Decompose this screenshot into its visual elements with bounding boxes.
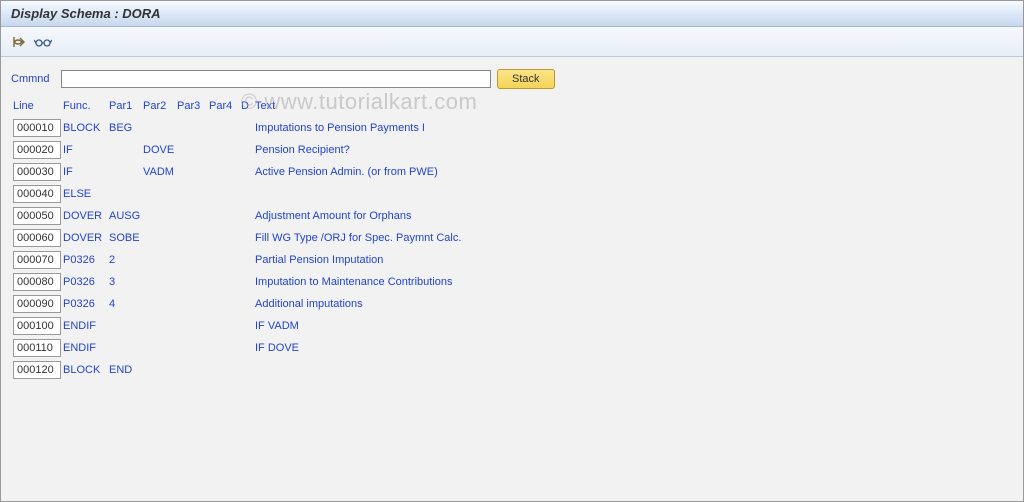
table-row: IF VADM Active Pension Admin. (or from PWE… [11,161,1013,183]
cell-text: Fill WG Type /ORJ for Spec. Paymnt Calc. [255,232,1013,244]
command-label: Cmmnd [11,73,55,85]
col-header-func: Func. [63,100,109,112]
col-header-par3: Par3 [177,100,209,112]
cell-par1: 2 [109,254,143,266]
toggle-toolbar-button[interactable] [9,32,29,52]
cell-text: Imputations to Pension Payments I [255,122,1013,134]
line-number-input[interactable] [13,251,61,269]
table-row: BLOCKEND [11,359,1013,381]
schema-table: Line Func. Par1 Par2 Par3 Par4 D Text BL… [11,95,1013,381]
stack-button[interactable]: Stack [497,69,555,89]
cell-par1: BEG [109,122,143,134]
cell-func: DOVER [63,210,109,222]
table-header: Line Func. Par1 Par2 Par3 Par4 D Text [11,95,1013,117]
cell-text: Partial Pension Imputation [255,254,1013,266]
cell-par1: SOBE [109,232,143,244]
table-row: P03262 Partial Pension Imputation [11,249,1013,271]
cell-text: IF VADM [255,320,1013,332]
cell-func: BLOCK [63,364,109,376]
table-row: ENDIF IF DOVE [11,337,1013,359]
command-row: Cmmnd Stack [11,69,1013,89]
line-number-input[interactable] [13,229,61,247]
col-header-par2: Par2 [143,100,177,112]
cell-text: Imputation to Maintenance Contributions [255,276,1013,288]
col-header-line: Line [11,100,63,112]
line-number-input[interactable] [13,273,61,291]
cell-func: ELSE [63,188,109,200]
line-number-input[interactable] [13,141,61,159]
line-number-input[interactable] [13,207,61,225]
line-number-input[interactable] [13,339,61,357]
cell-text: Pension Recipient? [255,144,1013,156]
col-header-text: Text [255,100,1013,112]
glasses-icon [34,36,52,48]
cell-text: Additional imputations [255,298,1013,310]
cell-text: Active Pension Admin. (or from PWE) [255,166,1013,178]
cell-func: P0326 [63,276,109,288]
cell-par1: 3 [109,276,143,288]
table-row: P03264 Additional imputations [11,293,1013,315]
col-header-par1: Par1 [109,100,143,112]
glasses-toolbar-button[interactable] [33,32,53,52]
cell-text: IF DOVE [255,342,1013,354]
command-input[interactable] [61,70,491,88]
cell-func: IF [63,166,109,178]
cell-par1: END [109,364,143,376]
cell-par1: 4 [109,298,143,310]
cell-par2: VADM [143,166,177,178]
cell-func: ENDIF [63,342,109,354]
table-row: DOVERSOBE Fill WG Type /ORJ for Spec. Pay… [11,227,1013,249]
table-row: ENDIF IF VADM [11,315,1013,337]
content-area: © www.tutorialkart.com Cmmnd Stack Line … [1,57,1023,393]
line-number-input[interactable] [13,317,61,335]
cell-par1: AUSG [109,210,143,222]
title-bar: Display Schema : DORA [1,1,1023,27]
cell-func: BLOCK [63,122,109,134]
col-header-d: D [241,100,255,112]
table-row: ELSE [11,183,1013,205]
cell-par2: DOVE [143,144,177,156]
line-number-input[interactable] [13,361,61,379]
line-number-input[interactable] [13,185,61,203]
cell-func: P0326 [63,254,109,266]
cell-func: ENDIF [63,320,109,332]
window-title: Display Schema : DORA [11,6,161,21]
toolbar [1,27,1023,57]
table-row: DOVERAUSG Adjustment Amount for Orphans [11,205,1013,227]
table-row: IF DOVE Pension Recipient? [11,139,1013,161]
cell-func: IF [63,144,109,156]
col-header-par4: Par4 [209,100,241,112]
line-number-input[interactable] [13,295,61,313]
cell-text: Adjustment Amount for Orphans [255,210,1013,222]
display-toggle-icon [11,35,27,49]
table-row: P03263 Imputation to Maintenance Contribu… [11,271,1013,293]
cell-func: P0326 [63,298,109,310]
cell-func: DOVER [63,232,109,244]
line-number-input[interactable] [13,163,61,181]
table-row: BLOCKBEG Imputations to Pension Payments … [11,117,1013,139]
line-number-input[interactable] [13,119,61,137]
